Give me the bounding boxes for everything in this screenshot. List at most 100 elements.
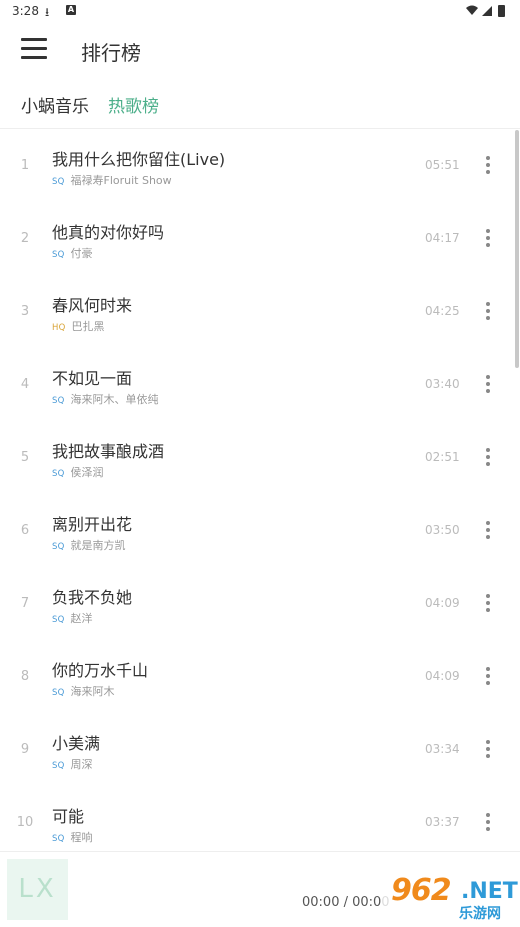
more-options-icon[interactable] <box>478 520 498 542</box>
quality-badge: SQ <box>52 250 65 260</box>
song-index: 7 <box>20 596 30 611</box>
song-artist: 海来阿木 <box>70 685 115 698</box>
song-subtitle: SQ 周深 <box>52 756 93 772</box>
song-subtitle: SQ 付豪 <box>52 245 93 261</box>
song-subtitle: SQ 海来阿木、单依纯 <box>52 391 159 407</box>
more-options-icon[interactable] <box>478 447 498 469</box>
song-duration: 04:09 <box>425 669 460 683</box>
cell-signal-icon <box>482 6 492 16</box>
more-options-icon[interactable] <box>478 374 498 396</box>
song-index: 3 <box>20 304 30 319</box>
tab-bar: 小蜗音乐 热歌榜 <box>0 86 520 120</box>
song-index: 2 <box>20 231 30 246</box>
song-artist: 巴扎黑 <box>71 320 105 333</box>
song-row[interactable]: 10 可能 SQ 程响 03:37 <box>0 786 520 851</box>
watermark-number: 962 <box>391 873 452 908</box>
song-row[interactable]: 6 离别开出花 SQ 就是南方凯 03:50 <box>0 494 520 567</box>
song-index: 1 <box>20 158 30 173</box>
song-row[interactable]: 5 我把故事酿成酒 SQ 侯泽润 02:51 <box>0 421 520 494</box>
song-duration: 03:40 <box>425 377 460 391</box>
song-duration: 04:25 <box>425 304 460 318</box>
song-duration: 03:34 <box>425 742 460 756</box>
song-artist: 海来阿木、单依纯 <box>70 393 159 406</box>
song-duration: 03:37 <box>425 815 460 829</box>
watermark-logo: 962 .NET 乐游网 <box>381 869 518 922</box>
song-row[interactable]: 3 春风何时来 HQ 巴扎黑 04:25 <box>0 275 520 348</box>
song-subtitle: SQ 海来阿木 <box>52 683 115 699</box>
quality-badge: SQ <box>52 615 65 625</box>
page-title: 排行榜 <box>81 41 141 65</box>
song-index: 6 <box>20 523 30 538</box>
more-options-icon[interactable] <box>478 812 498 834</box>
song-index: 8 <box>20 669 30 684</box>
song-artist: 周深 <box>70 758 93 771</box>
song-title: 小美满 <box>52 734 101 753</box>
song-artist: 就是南方凯 <box>70 539 126 552</box>
song-title: 你的万水千山 <box>52 661 149 680</box>
song-row[interactable]: 7 负我不负她 SQ 赵洋 04:09 <box>0 567 520 640</box>
quality-badge: SQ <box>52 469 65 479</box>
app-bar: 排行榜 <box>0 24 520 76</box>
song-index: 9 <box>20 742 30 757</box>
song-subtitle: SQ 程响 <box>52 829 93 845</box>
battery-icon <box>498 5 505 17</box>
album-cover[interactable]: LX <box>7 859 68 920</box>
song-list[interactable]: 1 我用什么把你留住(Live) SQ 福禄寿Floruit Show 05:51 2 他真… <box>0 129 520 851</box>
status-bar: 3:28 ⭳ A <box>0 0 520 24</box>
song-row[interactable]: 4 不如见一面 SQ 海来阿木、单依纯 03:40 <box>0 348 520 421</box>
song-title: 我用什么把你留住(Live) <box>52 150 226 169</box>
song-title: 离别开出花 <box>52 515 133 534</box>
song-row[interactable]: 9 小美满 SQ 周深 03:34 <box>0 713 520 786</box>
watermark-net: .NET <box>461 879 518 904</box>
more-options-icon[interactable] <box>478 155 498 177</box>
more-options-icon[interactable] <box>478 593 498 615</box>
more-options-icon[interactable] <box>478 228 498 250</box>
song-subtitle: SQ 赵洋 <box>52 610 93 626</box>
quality-badge: SQ <box>52 688 65 698</box>
quality-badge: SQ <box>52 542 65 552</box>
song-subtitle: HQ 巴扎黑 <box>52 318 104 334</box>
wifi-icon <box>466 5 478 15</box>
watermark-cn: 乐游网 <box>459 906 501 922</box>
tab-source[interactable]: 小蜗音乐 <box>21 92 89 117</box>
song-subtitle: SQ 福禄寿Floruit Show <box>52 172 172 188</box>
song-artist: 赵洋 <box>70 612 93 625</box>
song-index: 5 <box>20 450 30 465</box>
song-row[interactable]: 1 我用什么把你留住(Live) SQ 福禄寿Floruit Show 05:51 <box>0 129 520 202</box>
song-duration: 05:51 <box>425 158 460 172</box>
song-artist: 侯泽润 <box>70 466 104 479</box>
song-title: 春风何时来 <box>52 296 133 315</box>
quality-badge: SQ <box>52 761 65 771</box>
download-icon: ⭳ <box>45 5 50 19</box>
song-artist: 程响 <box>70 831 93 844</box>
song-duration: 04:17 <box>425 231 460 245</box>
song-title: 他真的对你好吗 <box>52 223 165 242</box>
song-title: 可能 <box>52 807 85 826</box>
song-row[interactable]: 8 你的万水千山 SQ 海来阿木 04:09 <box>0 640 520 713</box>
song-subtitle: SQ 就是南方凯 <box>52 537 126 553</box>
song-subtitle: SQ 侯泽润 <box>52 464 104 480</box>
song-index: 10 <box>16 815 34 830</box>
play-time: 00:00 / 00:00 <box>302 895 390 910</box>
song-index: 4 <box>20 377 30 392</box>
signal-battery-icons <box>466 5 505 17</box>
song-title: 负我不负她 <box>52 588 133 607</box>
song-row[interactable]: 2 他真的对你好吗 SQ 付豪 04:17 <box>0 202 520 275</box>
quality-badge: SQ <box>52 177 65 187</box>
more-options-icon[interactable] <box>478 666 498 688</box>
song-artist: 付豪 <box>70 247 93 260</box>
song-duration: 02:51 <box>425 450 460 464</box>
menu-icon[interactable] <box>21 38 47 60</box>
notification-a-icon: A <box>66 5 76 15</box>
quality-badge: SQ <box>52 834 65 844</box>
song-duration: 04:09 <box>425 596 460 610</box>
tab-hot-songs[interactable]: 热歌榜 <box>108 92 159 117</box>
quality-badge: HQ <box>52 323 66 333</box>
more-options-icon[interactable] <box>478 301 498 323</box>
song-artist: 福禄寿Floruit Show <box>70 174 172 187</box>
scrollbar[interactable] <box>515 130 519 368</box>
status-time: 3:28 <box>12 4 39 18</box>
song-duration: 03:50 <box>425 523 460 537</box>
more-options-icon[interactable] <box>478 739 498 761</box>
song-title: 我把故事酿成酒 <box>52 442 165 461</box>
